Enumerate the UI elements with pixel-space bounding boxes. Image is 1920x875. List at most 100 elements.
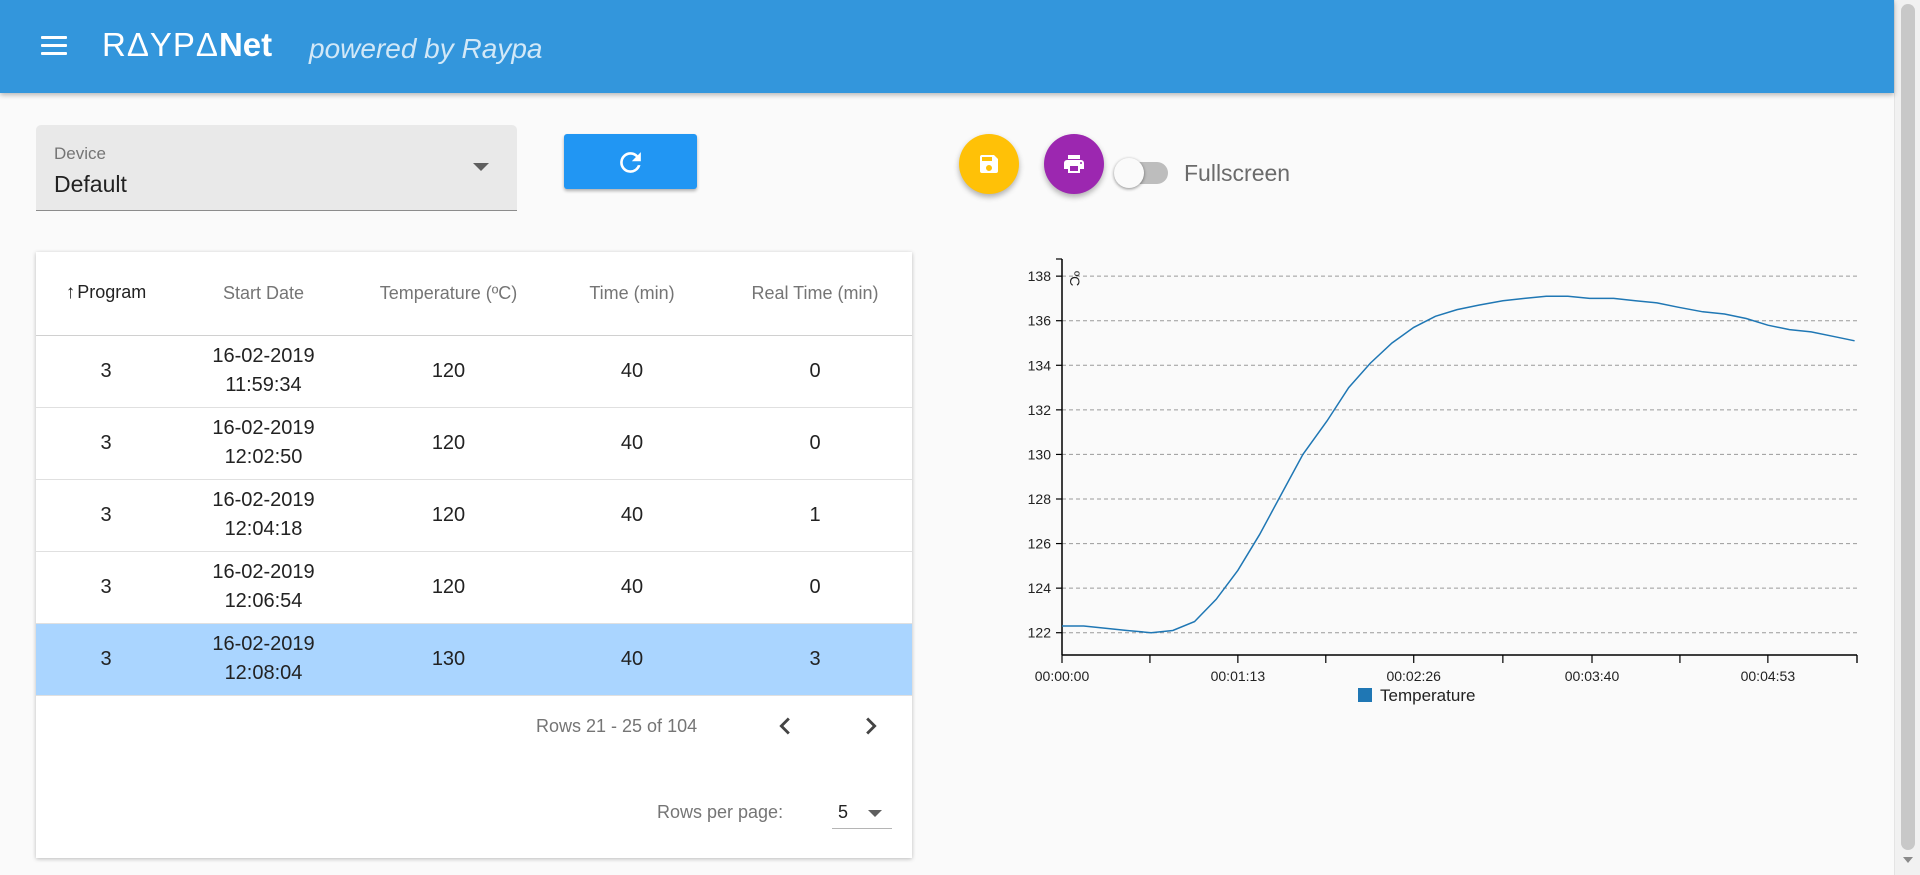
y-tick-label: 124 (1028, 580, 1052, 596)
refresh-icon (620, 152, 641, 173)
cell-temperature-text: 120 (431, 575, 466, 598)
x-tick-label: 00:00:00 (1035, 668, 1090, 684)
brand-logo-main: RΔYPΔ (102, 26, 219, 63)
table-row[interactable]: 3 16-02-2019 12:02:50 120 40 0 (36, 407, 912, 480)
tagline: powered by Raypa (309, 33, 543, 64)
cell-start-date-text: 12:08:04 (224, 662, 303, 684)
cell-start-date-text: 16-02-2019 (212, 633, 315, 655)
cell-start-date: 16-02-2019 12:06:54 (176, 551, 351, 624)
save-button[interactable] (959, 134, 1019, 194)
pagination: Rows 21 - 25 of 104 (36, 695, 912, 755)
table-row[interactable]: 3 16-02-2019 12:08:04 130 40 3 (36, 623, 912, 696)
cell-time: 40 (546, 623, 718, 696)
hamburger-menu-icon[interactable] (36, 28, 72, 64)
cell-time-text: 40 (620, 431, 644, 454)
column-header-label: Start Date (222, 282, 305, 303)
cell-time: 40 (546, 335, 718, 408)
page-scrollbar[interactable] (1894, 0, 1920, 875)
y-tick-label: 138 (1028, 268, 1052, 284)
cell-program-text: 3 (100, 575, 112, 598)
cell-real-time: 0 (718, 551, 912, 624)
cell-real-time-text: 3 (809, 647, 821, 670)
scrollbar-thumb[interactable] (1901, 4, 1915, 850)
column-header-program[interactable]: ↑ Program (36, 252, 176, 336)
cell-program: 3 (36, 623, 176, 696)
legend-swatch (1358, 688, 1372, 702)
y-tick-label: 136 (1028, 313, 1052, 329)
device-select[interactable]: Device Default (36, 125, 517, 211)
cell-start-date-text: 16-02-2019 (212, 489, 315, 511)
device-select-label: Device (54, 144, 106, 163)
cell-time: 40 (546, 479, 718, 552)
y-tick-label: 132 (1028, 402, 1052, 418)
brand-logo[interactable]: RΔYPΔNet (102, 26, 272, 64)
cell-real-time-text: 0 (809, 575, 821, 598)
column-header-time[interactable]: Time (min) (546, 252, 718, 336)
printer-icon (1064, 155, 1084, 173)
cell-start-date: 16-02-2019 12:04:18 (176, 479, 351, 552)
table-row[interactable]: 3 16-02-2019 11:59:34 120 40 0 (36, 335, 912, 408)
brand-logo-net: Net (218, 26, 273, 63)
cell-real-time: 3 (718, 623, 912, 696)
table-header-row: ↑ Program Start Date Temperature (ºC) Tim… (36, 252, 912, 336)
rows-per-page-value: 5 (838, 802, 849, 822)
caret-down-icon (868, 810, 882, 817)
series-line-temperature (1062, 295, 1855, 634)
rows-per-page-select[interactable]: 5 (832, 787, 892, 829)
cell-start-date-text: 12:02:50 (224, 446, 303, 468)
cell-program-text: 3 (100, 359, 112, 382)
x-tick-label: 00:01:13 (1211, 668, 1266, 684)
cell-temperature-text: 130 (431, 647, 466, 670)
y-tick-label: 122 (1028, 625, 1052, 641)
table-body: 3 16-02-2019 11:59:34 120 40 0 3 16-02-2019 12:0… (36, 335, 912, 696)
cell-real-time-text: 1 (809, 503, 821, 526)
cell-program: 3 (36, 407, 176, 480)
cell-program: 3 (36, 551, 176, 624)
chevron-left-icon (779, 717, 790, 735)
x-tick-label: 00:03:40 (1565, 668, 1620, 684)
results-table-card: ↑ Program Start Date Temperature (ºC) Tim… (36, 252, 912, 858)
cell-program-text: 3 (100, 503, 112, 526)
column-header-temperature[interactable]: Temperature (ºC) (351, 252, 546, 336)
cell-real-time: 0 (718, 407, 912, 480)
column-header-real-time[interactable]: Real Time (min) (718, 252, 912, 336)
scroll-down-arrow-icon[interactable] (1903, 857, 1913, 863)
cell-start-date-text: 16-02-2019 (212, 417, 315, 439)
cell-start-date-text: 12:04:18 (224, 518, 303, 540)
cell-start-date: 16-02-2019 11:59:34 (176, 335, 351, 408)
column-header-label: Temperature (ºC) (379, 282, 518, 303)
temperature-chart: 122 124 126 128 130 132 134 136 138 ºC 00:00:00 00:… (990, 245, 1870, 735)
print-button[interactable] (1044, 134, 1104, 194)
results-table: ↑ Program Start Date Temperature (ºC) Tim… (36, 252, 912, 696)
next-page-button[interactable] (854, 709, 888, 743)
cell-start-date: 16-02-2019 12:02:50 (176, 407, 351, 480)
previous-page-button[interactable] (768, 709, 802, 743)
chart-svg: 122 124 126 128 130 132 134 136 138 ºC 00:00:00 00:… (1028, 258, 1858, 705)
sort-arrow-up-icon: ↑ (65, 282, 76, 304)
cell-temperature: 120 (351, 479, 546, 552)
y-tick-label: 126 (1028, 536, 1052, 552)
table-row[interactable]: 3 16-02-2019 12:04:18 120 40 1 (36, 479, 912, 552)
cell-real-time-text: 0 (809, 359, 821, 382)
cell-temperature: 120 (351, 551, 546, 624)
cell-time-text: 40 (620, 575, 644, 598)
x-tick-label: 00:02:26 (1386, 668, 1441, 684)
y-tick-label: 128 (1028, 491, 1052, 507)
fullscreen-toggle[interactable] (1114, 158, 1170, 188)
cell-start-date-text: 16-02-2019 (212, 561, 315, 583)
column-header-label: Time (min) (589, 282, 675, 303)
table-row[interactable]: 3 16-02-2019 12:06:54 120 40 0 (36, 551, 912, 624)
cell-program: 3 (36, 335, 176, 408)
cell-time-text: 40 (620, 503, 644, 526)
cell-temperature: 120 (351, 407, 546, 480)
cell-start-date-text: 11:59:34 (225, 374, 302, 396)
legend-label: Temperature (1380, 686, 1475, 705)
refresh-button[interactable] (564, 134, 697, 189)
rows-per-page-label: Rows per page: (657, 802, 784, 822)
caret-down-icon (473, 163, 489, 171)
column-header-start-date[interactable]: Start Date (176, 252, 351, 336)
floppy-disk-icon (980, 155, 998, 173)
cell-time: 40 (546, 551, 718, 624)
cell-time-text: 40 (620, 359, 644, 382)
cell-temperature-text: 120 (431, 503, 466, 526)
